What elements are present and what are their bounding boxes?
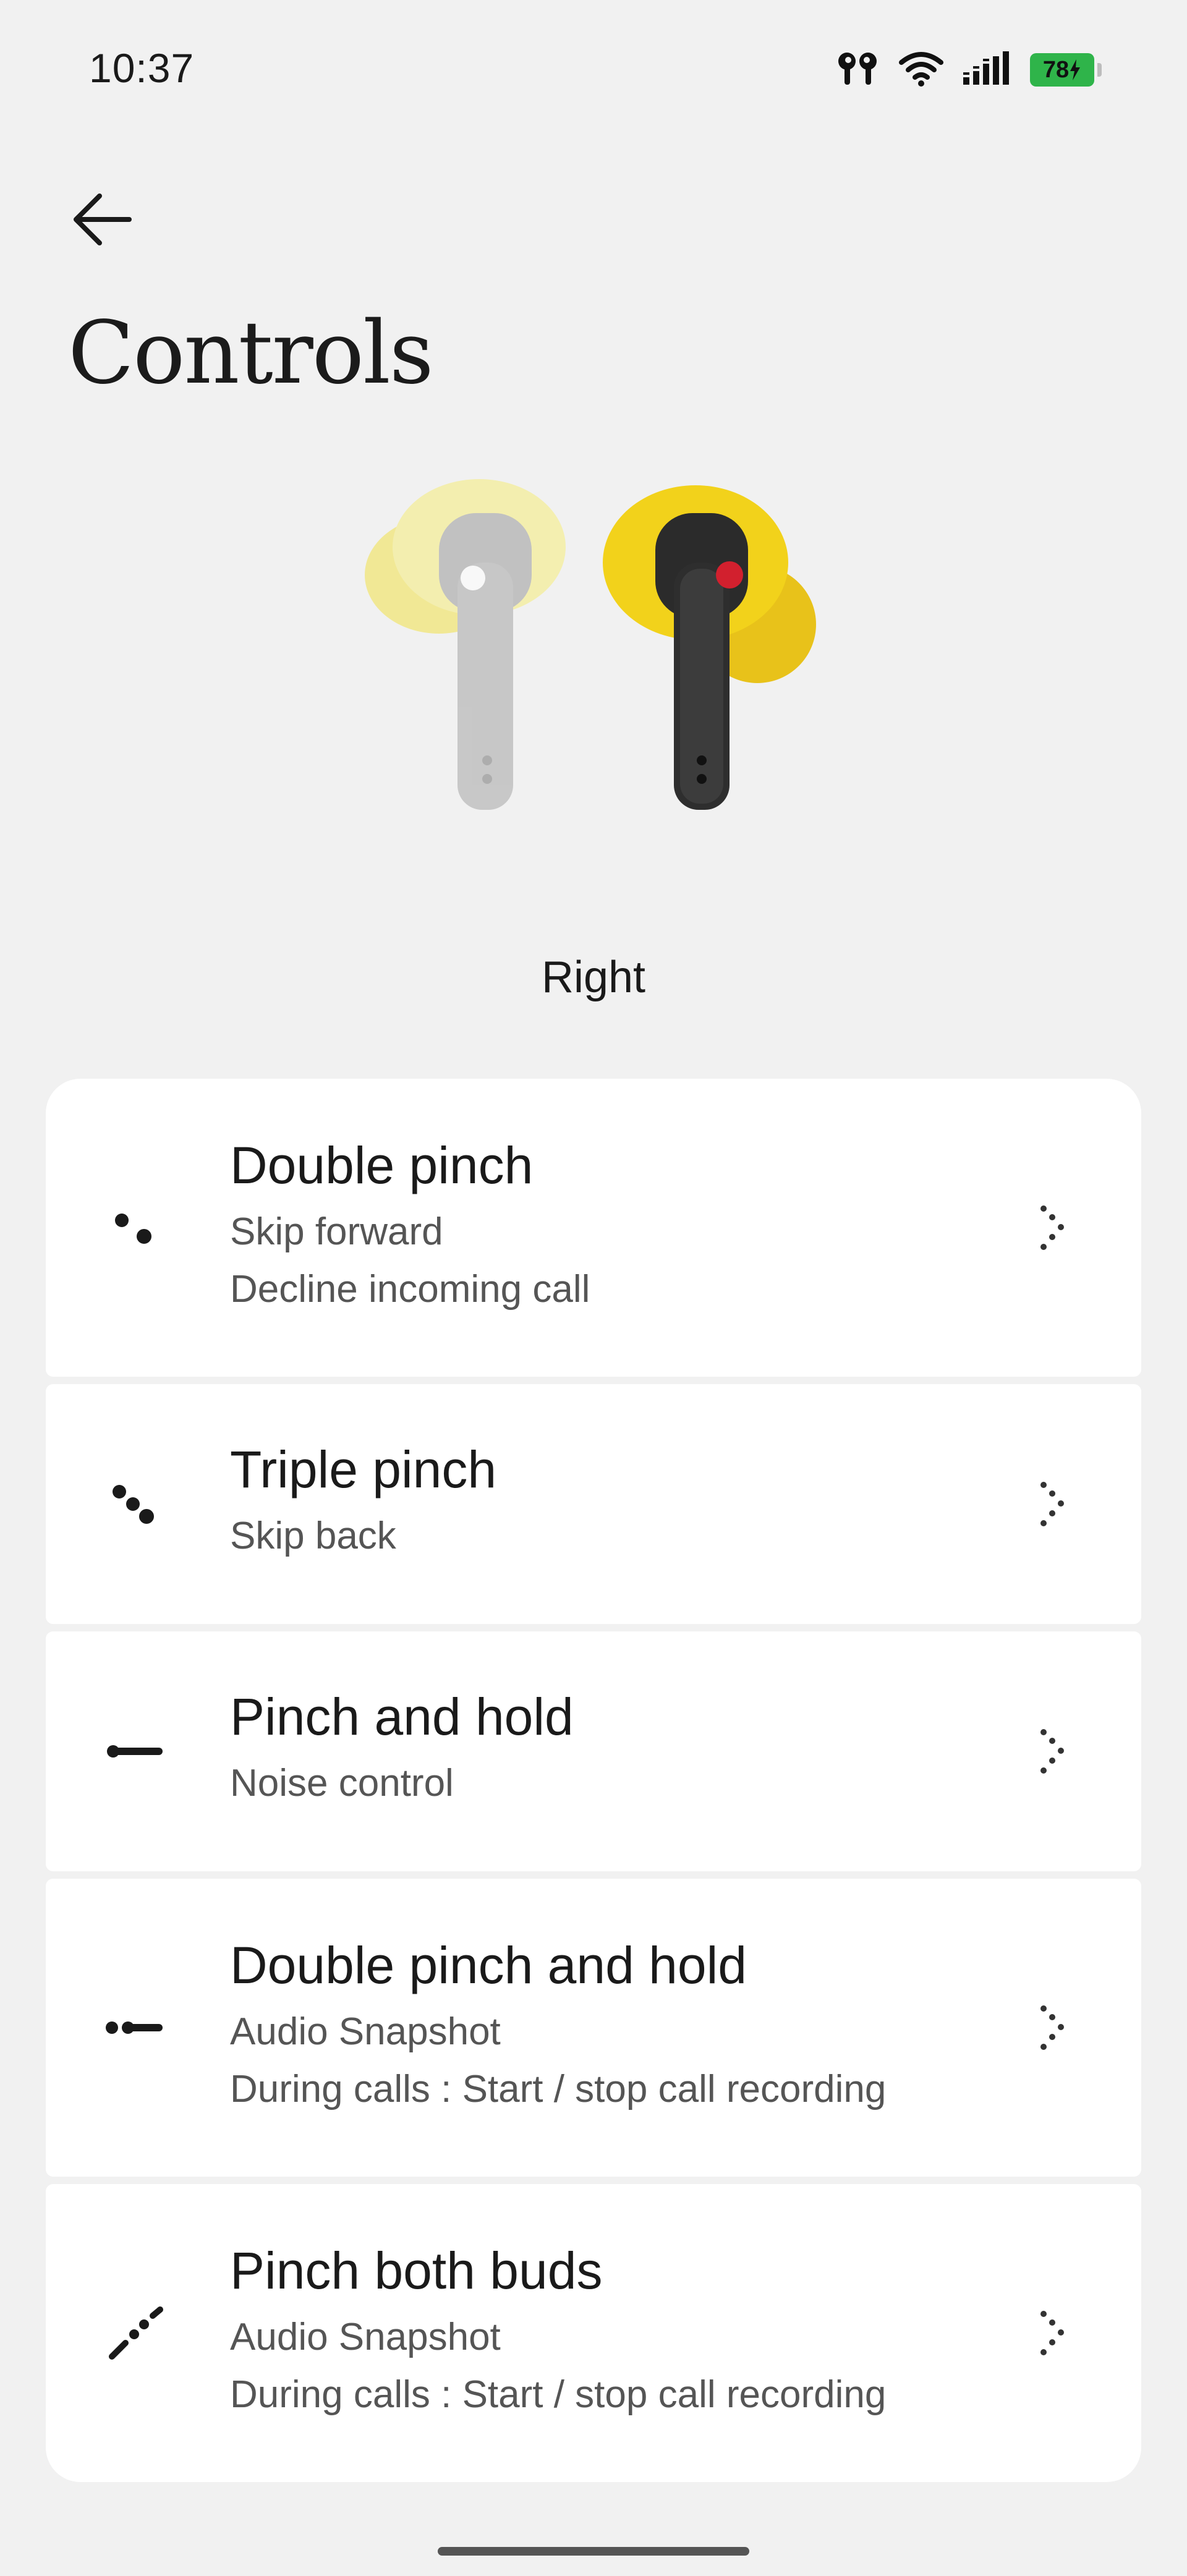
page-title: Controls xyxy=(68,303,434,404)
control-description: During calls : Start / stop call recordi… xyxy=(230,2067,887,2111)
chevron-right-icon xyxy=(1040,2005,1064,2050)
controls-list: Double pinch Skip forward Decline incomi… xyxy=(46,1079,1141,2489)
arrow-left-icon xyxy=(74,193,132,245)
control-title: Triple pinch xyxy=(230,1440,497,1498)
control-title: Pinch and hold xyxy=(230,1688,574,1746)
chevron-right-icon xyxy=(1040,1729,1064,1774)
home-indicator[interactable] xyxy=(438,2547,749,2556)
status-time: 10:37 xyxy=(89,45,195,91)
control-description: Audio Snapshot xyxy=(230,2010,501,2053)
control-item-triple-pinch[interactable]: Triple pinch Skip back xyxy=(46,1384,1141,1624)
wifi-icon xyxy=(899,50,943,90)
control-description: Decline incoming call xyxy=(230,1267,590,1311)
control-item-double-pinch[interactable]: Double pinch Skip forward Decline incomi… xyxy=(46,1079,1141,1377)
control-text: Pinch and hold Noise control xyxy=(230,1686,574,1812)
double-pinch-icon xyxy=(95,1188,176,1268)
control-item-pinch-both-buds[interactable]: Pinch both buds Audio Snapshot During ca… xyxy=(46,2184,1141,2482)
signal-icon xyxy=(962,50,1011,90)
chevron-right-icon xyxy=(1040,1482,1064,1526)
back-button[interactable] xyxy=(62,179,142,260)
status-bar: 10:37 78 xyxy=(0,0,1187,136)
double-pinch-hold-icon xyxy=(95,1987,176,2068)
control-description: Noise control xyxy=(230,1761,454,1804)
chevron-right-icon xyxy=(1040,1205,1064,1250)
pinch-both-icon xyxy=(95,2293,176,2373)
side-label: Right xyxy=(541,953,646,1002)
control-description: Audio Snapshot xyxy=(230,2315,501,2358)
control-text: Double pinch and hold Audio Snapshot Dur… xyxy=(230,1934,886,2118)
pinch-hold-icon xyxy=(95,1711,176,1792)
control-text: Triple pinch Skip back xyxy=(230,1439,496,1565)
control-description: Skip back xyxy=(230,1514,396,1557)
control-description: During calls : Start / stop call recordi… xyxy=(230,2373,887,2416)
status-icons: 78 xyxy=(836,48,1102,91)
control-title: Double pinch and hold xyxy=(230,1936,747,1994)
earbuds-icon xyxy=(836,50,880,90)
triple-pinch-icon xyxy=(95,1464,176,1544)
control-text: Pinch both buds Audio Snapshot During ca… xyxy=(230,2240,886,2423)
control-item-pinch-and-hold[interactable]: Pinch and hold Noise control xyxy=(46,1631,1141,1871)
battery-level: 78 xyxy=(1042,56,1070,83)
control-title: Pinch both buds xyxy=(230,2242,603,2300)
control-title: Double pinch xyxy=(230,1136,534,1194)
control-item-double-pinch-and-hold[interactable]: Double pinch and hold Audio Snapshot Dur… xyxy=(46,1879,1141,2177)
control-description: Skip forward xyxy=(230,1210,443,1253)
chevron-right-icon xyxy=(1040,2311,1064,2355)
battery-icon: 78 xyxy=(1030,53,1102,87)
control-text: Double pinch Skip forward Decline incomi… xyxy=(230,1134,590,1318)
earbuds-image xyxy=(346,470,853,828)
